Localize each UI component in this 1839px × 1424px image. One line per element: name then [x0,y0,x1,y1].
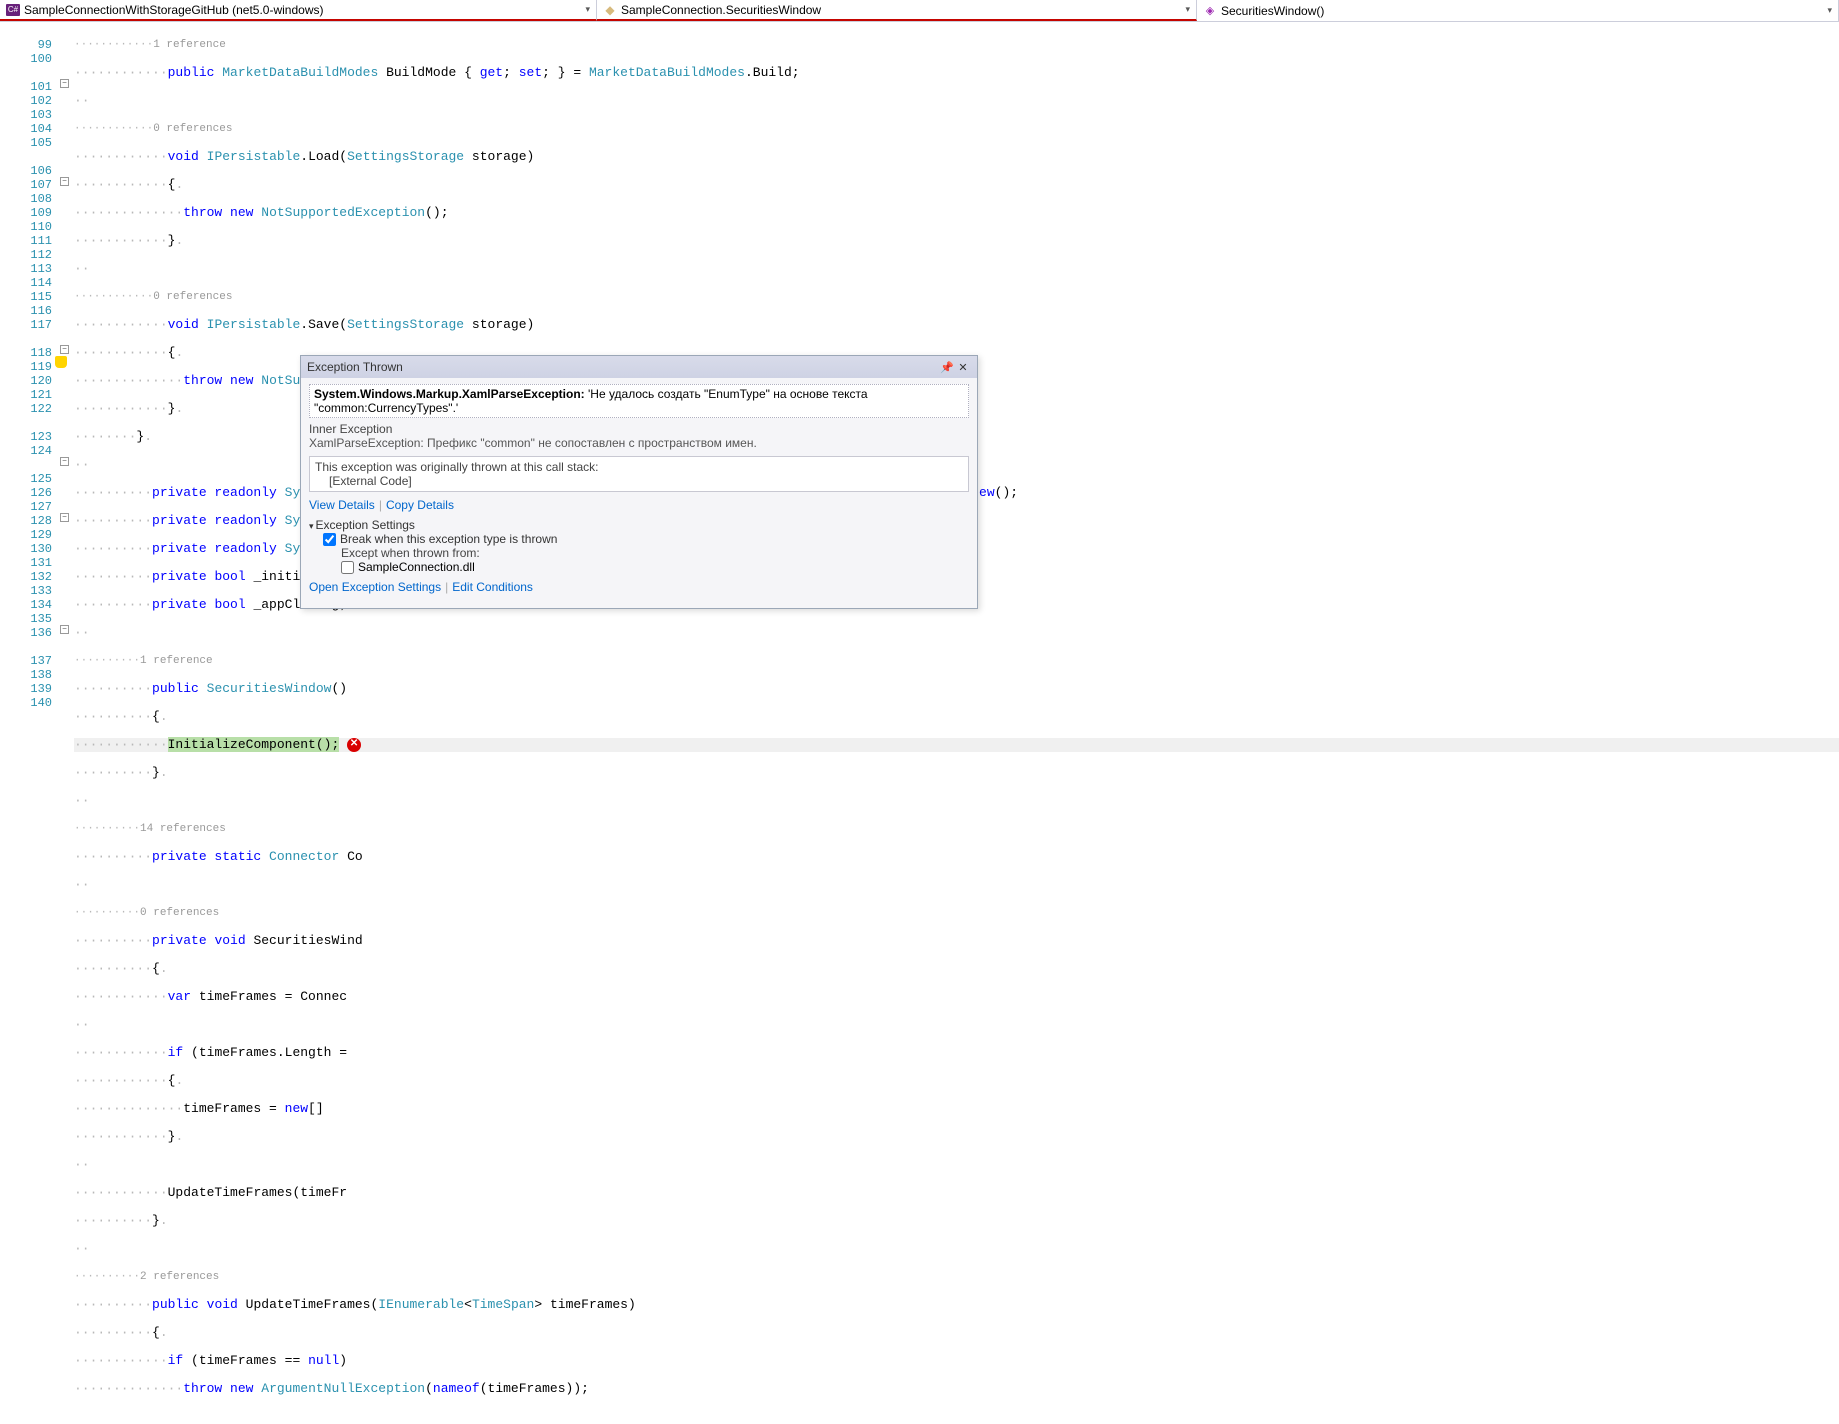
break-label: Break when this exception type is thrown [340,532,557,546]
line-number-gutter: 99100 101102103104105 106107108109110111… [20,22,58,721]
except-label: Except when thrown from: [309,546,969,560]
chevron-down-icon: ▾ [585,4,590,15]
exception-message: System.Windows.Markup.XamlParseException… [309,384,969,418]
close-icon[interactable]: ✕ [955,359,971,375]
class-dropdown[interactable]: ◆ SampleConnection.SecuritiesWindow ▾ [597,0,1197,21]
except-module-checkbox[interactable] [341,561,354,574]
inner-exception-text: XamlParseException: Префикс "common" не … [309,436,969,450]
exception-body: System.Windows.Markup.XamlParseException… [301,378,977,608]
class-name: SampleConnection.SecuritiesWindow [621,3,821,17]
exception-settings-header[interactable]: ▾Exception Settings [309,518,969,532]
chevron-down-icon: ▾ [1827,5,1832,16]
exception-bottom-links: Open Exception Settings|Edit Conditions [309,580,969,594]
break-checkbox[interactable] [323,533,336,546]
breakpoint-gutter[interactable] [0,22,20,721]
inner-exception-header: Inner Exception [309,422,969,436]
project-name: SampleConnectionWithStorageGitHub (net5.… [24,3,323,17]
call-stack-box: This exception was originally thrown at … [309,456,969,492]
call-stack-item: [External Code] [315,474,963,488]
fold-toggle[interactable]: − [60,79,69,88]
fold-gutter: − − − − − − [58,22,74,721]
exception-popup: Exception Thrown 📌 ✕ System.Windows.Mark… [300,355,978,609]
member-dropdown[interactable]: ◈ SecuritiesWindow() ▾ [1197,0,1839,21]
except-module-label: SampleConnection.dll [358,560,475,574]
exception-links: View Details|Copy Details [309,498,969,512]
exception-type: System.Windows.Markup.XamlParseException… [314,387,585,401]
project-dropdown[interactable]: C# SampleConnectionWithStorageGitHub (ne… [0,0,597,21]
lightbulb-icon[interactable] [55,356,67,368]
project-icon: C# [6,4,20,16]
exception-title: Exception Thrown [307,360,939,374]
context-nav-bar: C# SampleConnectionWithStorageGitHub (ne… [0,0,1839,22]
pin-icon[interactable]: 📌 [939,359,955,375]
error-icon: ✕ [347,738,361,752]
expand-triangle-icon: ▾ [309,521,314,532]
fold-toggle[interactable]: − [60,457,69,466]
class-icon: ◆ [603,3,617,17]
copy-details-link[interactable]: Copy Details [386,498,454,512]
fold-toggle[interactable]: − [60,345,69,354]
call-stack-header: This exception was originally thrown at … [315,460,963,474]
fold-toggle[interactable]: − [60,513,69,522]
fold-toggle[interactable]: − [60,177,69,186]
exception-titlebar[interactable]: Exception Thrown 📌 ✕ [301,356,977,378]
fold-toggle[interactable]: − [60,625,69,634]
view-details-link[interactable]: View Details [309,498,375,512]
edit-conditions-link[interactable]: Edit Conditions [452,580,533,594]
member-name: SecuritiesWindow() [1221,4,1324,18]
method-icon: ◈ [1203,4,1217,18]
chevron-down-icon: ▾ [1185,4,1190,15]
exception-settings: ▾Exception Settings Break when this exce… [309,518,969,574]
open-settings-link[interactable]: Open Exception Settings [309,580,441,594]
